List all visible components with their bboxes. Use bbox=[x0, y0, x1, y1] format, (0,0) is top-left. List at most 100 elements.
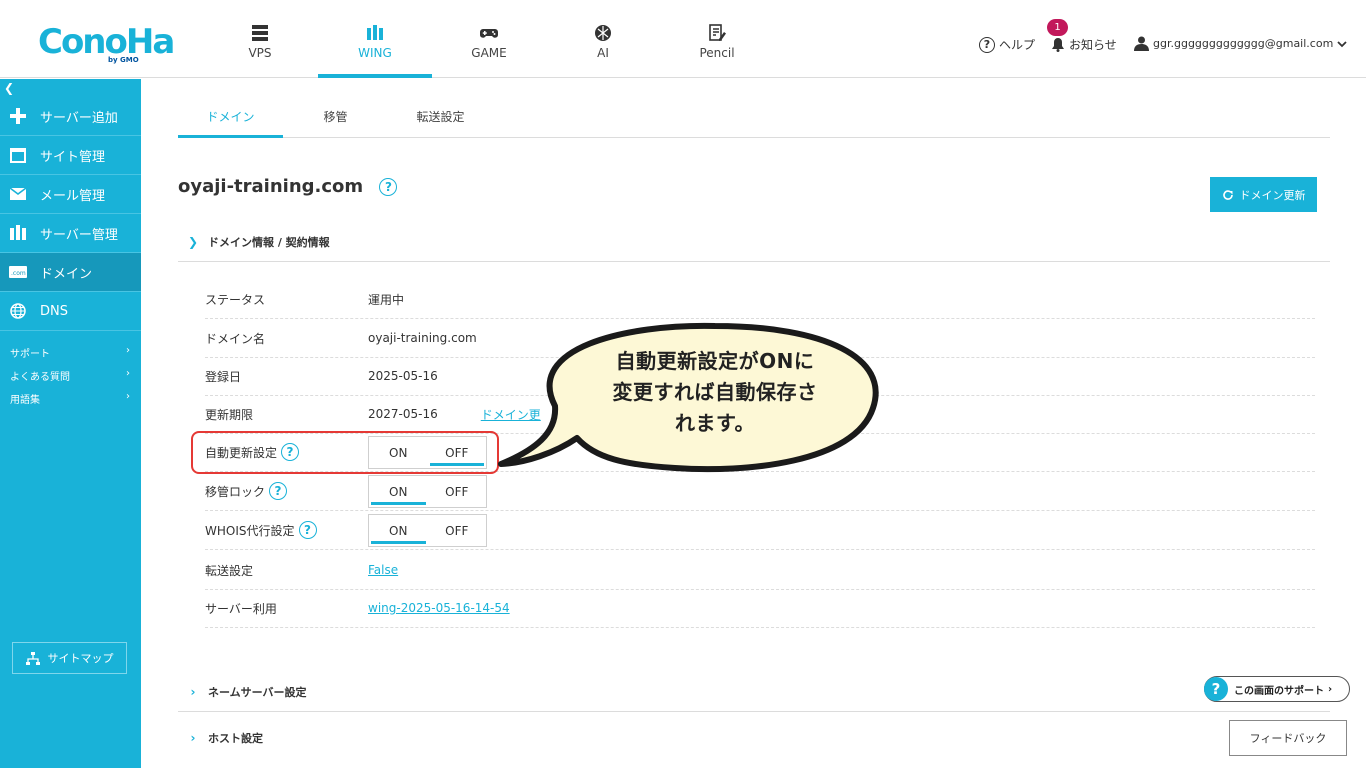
nav-tab-label: Pencil bbox=[699, 46, 735, 60]
sitemap-button[interactable]: サイトマップ bbox=[12, 642, 127, 674]
globe-icon bbox=[9, 302, 27, 320]
gamepad-icon bbox=[480, 29, 498, 38]
bell-icon bbox=[1052, 38, 1064, 52]
tab-forwarding[interactable]: 転送設定 bbox=[388, 98, 493, 138]
nav-tab-label: VPS bbox=[248, 46, 272, 60]
section-domain-info[interactable]: ❯ ドメイン情報 / 契約情報 bbox=[178, 222, 1330, 262]
sidebar-link-support[interactable]: サポート › bbox=[10, 345, 130, 360]
callout-line: れます。 bbox=[675, 411, 755, 435]
row-key: WHOIS代行設定 ? bbox=[205, 511, 317, 549]
section-title: ホスト設定 bbox=[208, 732, 263, 745]
transfer-lock-label: 移管ロック bbox=[205, 484, 266, 499]
row-status: ステータス 運用中 bbox=[205, 280, 1315, 319]
annotation-highlight-box bbox=[191, 431, 499, 474]
sidebar-item-mail[interactable]: メール管理 bbox=[0, 175, 141, 214]
logo-text: ConoHa bbox=[38, 22, 175, 62]
callout-line: 変更すれば自動保存さ bbox=[612, 380, 818, 404]
wing-icon bbox=[367, 25, 383, 40]
toggle-on[interactable]: ON bbox=[369, 476, 428, 507]
sidebar-link-glossary[interactable]: 用語集 › bbox=[10, 391, 130, 406]
sidebar-item-domain[interactable]: .com ドメイン bbox=[0, 253, 141, 292]
help-link[interactable]: ? ヘルプ bbox=[979, 36, 1035, 53]
page-support-button[interactable]: ? この画面のサポート › bbox=[1204, 676, 1350, 702]
sidebar-link-label: よくある質問 bbox=[10, 372, 70, 383]
row-whois: WHOIS代行設定 ? ON OFF bbox=[205, 511, 1315, 550]
row-forwarding: 転送設定 False bbox=[205, 551, 1315, 590]
row-key: ステータス bbox=[205, 292, 266, 307]
server-icon bbox=[252, 25, 268, 41]
user-icon bbox=[1134, 36, 1149, 51]
sidebar-item-server-add[interactable]: サーバー追加 bbox=[0, 97, 141, 136]
nav-tab-pencil[interactable]: Pencil bbox=[660, 0, 774, 78]
chevron-down-icon bbox=[1337, 40, 1347, 47]
sidebar-item-label: サーバー追加 bbox=[40, 110, 118, 126]
notifications-label: お知らせ bbox=[1069, 38, 1117, 52]
sidebar-collapse-icon[interactable]: ❮ bbox=[4, 81, 14, 95]
ai-icon bbox=[595, 25, 611, 41]
server-link[interactable]: wing-2025-05-16-14-54 bbox=[368, 601, 510, 615]
nav-tab-ai[interactable]: AI bbox=[546, 0, 660, 78]
chevron-down-icon: ❯ bbox=[187, 234, 199, 249]
toggle-on[interactable]: ON bbox=[369, 515, 428, 546]
tab-domain[interactable]: ドメイン bbox=[178, 98, 283, 138]
section-host[interactable]: › ホスト設定 bbox=[178, 718, 1330, 758]
nav-tab-game[interactable]: GAME bbox=[432, 0, 546, 78]
sidebar-item-server-manage[interactable]: サーバー管理 bbox=[0, 214, 141, 253]
sidebar-item-label: サーバー管理 bbox=[40, 227, 118, 243]
sitemap-icon bbox=[25, 651, 40, 665]
chevron-right-icon: › bbox=[126, 368, 130, 379]
transfer-lock-toggle[interactable]: ON OFF bbox=[368, 475, 487, 508]
sub-tabs: ドメイン 移管 転送設定 bbox=[178, 98, 1330, 138]
toggle-off[interactable]: OFF bbox=[428, 476, 487, 507]
svg-text:.com: .com bbox=[11, 270, 26, 277]
chevron-right-icon: › bbox=[1328, 683, 1333, 695]
expiry-date: 2027-05-16 bbox=[368, 407, 438, 421]
user-email: ggr.ggggggggggggg@gmail.com bbox=[1153, 37, 1334, 50]
question-icon: ? bbox=[1204, 677, 1228, 701]
sidebar-link-faq[interactable]: よくある質問 › bbox=[10, 368, 130, 383]
nav-tab-vps[interactable]: VPS bbox=[203, 0, 317, 78]
help-icon[interactable]: ? bbox=[379, 178, 398, 196]
forwarding-link[interactable]: False bbox=[368, 563, 398, 577]
nav-tab-wing[interactable]: WING bbox=[318, 0, 432, 78]
conoha-logo[interactable]: ConoHa by GMO bbox=[38, 22, 175, 66]
nav-tab-label: GAME bbox=[471, 46, 507, 60]
sidebar-link-label: 用語集 bbox=[10, 395, 40, 406]
sidebar-link-label: サポート bbox=[10, 349, 50, 360]
help-icon[interactable]: ? bbox=[269, 482, 288, 500]
nav-tab-label: WING bbox=[358, 46, 392, 60]
refresh-icon bbox=[1222, 189, 1233, 200]
sitemap-label: サイトマップ bbox=[47, 652, 114, 665]
feedback-button[interactable]: フィードバック bbox=[1229, 720, 1347, 756]
chevron-right-icon: › bbox=[190, 731, 196, 745]
row-key: 登録日 bbox=[205, 369, 242, 384]
domain-title-text: oyaji-training.com bbox=[178, 176, 364, 197]
sidebar-item-site[interactable]: サイト管理 bbox=[0, 136, 141, 175]
sidebar: ❮ サーバー追加 サイト管理 メール管理 サーバー管理 .com ドメイン DN… bbox=[0, 79, 141, 768]
top-header: ConoHa by GMO VPS WING GAME AI Pencil ? … bbox=[0, 0, 1366, 78]
domain-icon: .com bbox=[9, 263, 27, 281]
callout-line: 自動更新設定がONに bbox=[615, 349, 815, 373]
renew-domain-button[interactable]: ドメイン更新 bbox=[1210, 177, 1317, 212]
row-key: 転送設定 bbox=[205, 563, 254, 578]
sidebar-item-dns[interactable]: DNS bbox=[0, 292, 141, 331]
sidebar-item-label: サイト管理 bbox=[40, 149, 106, 165]
logo-sub: by GMO bbox=[108, 56, 139, 64]
tab-transfer[interactable]: 移管 bbox=[283, 98, 388, 138]
row-key: 移管ロック ? bbox=[205, 472, 288, 510]
toggle-off[interactable]: OFF bbox=[428, 515, 487, 546]
user-menu[interactable]: ggr.ggggggggggggg@gmail.com bbox=[1134, 36, 1347, 51]
row-value: oyaji-training.com bbox=[368, 331, 477, 345]
notifications-link[interactable]: お知らせ bbox=[1051, 36, 1117, 53]
chevron-right-icon: › bbox=[126, 391, 130, 402]
mail-icon bbox=[9, 185, 27, 203]
whois-toggle[interactable]: ON OFF bbox=[368, 514, 487, 547]
help-icon[interactable]: ? bbox=[298, 521, 317, 539]
sidebar-item-label: ドメイン bbox=[40, 266, 93, 282]
row-key: サーバー利用 bbox=[205, 601, 277, 616]
whois-label: WHOIS代行設定 bbox=[205, 523, 295, 538]
section-nameserver[interactable]: › ネームサーバー設定 bbox=[178, 672, 1330, 712]
callout-text: 自動更新設定がONに 変更すれば自動保存さ れます。 bbox=[585, 346, 845, 439]
row-server-usage: サーバー利用 wing-2025-05-16-14-54 bbox=[205, 589, 1315, 628]
row-key: 更新期限 bbox=[205, 407, 254, 422]
